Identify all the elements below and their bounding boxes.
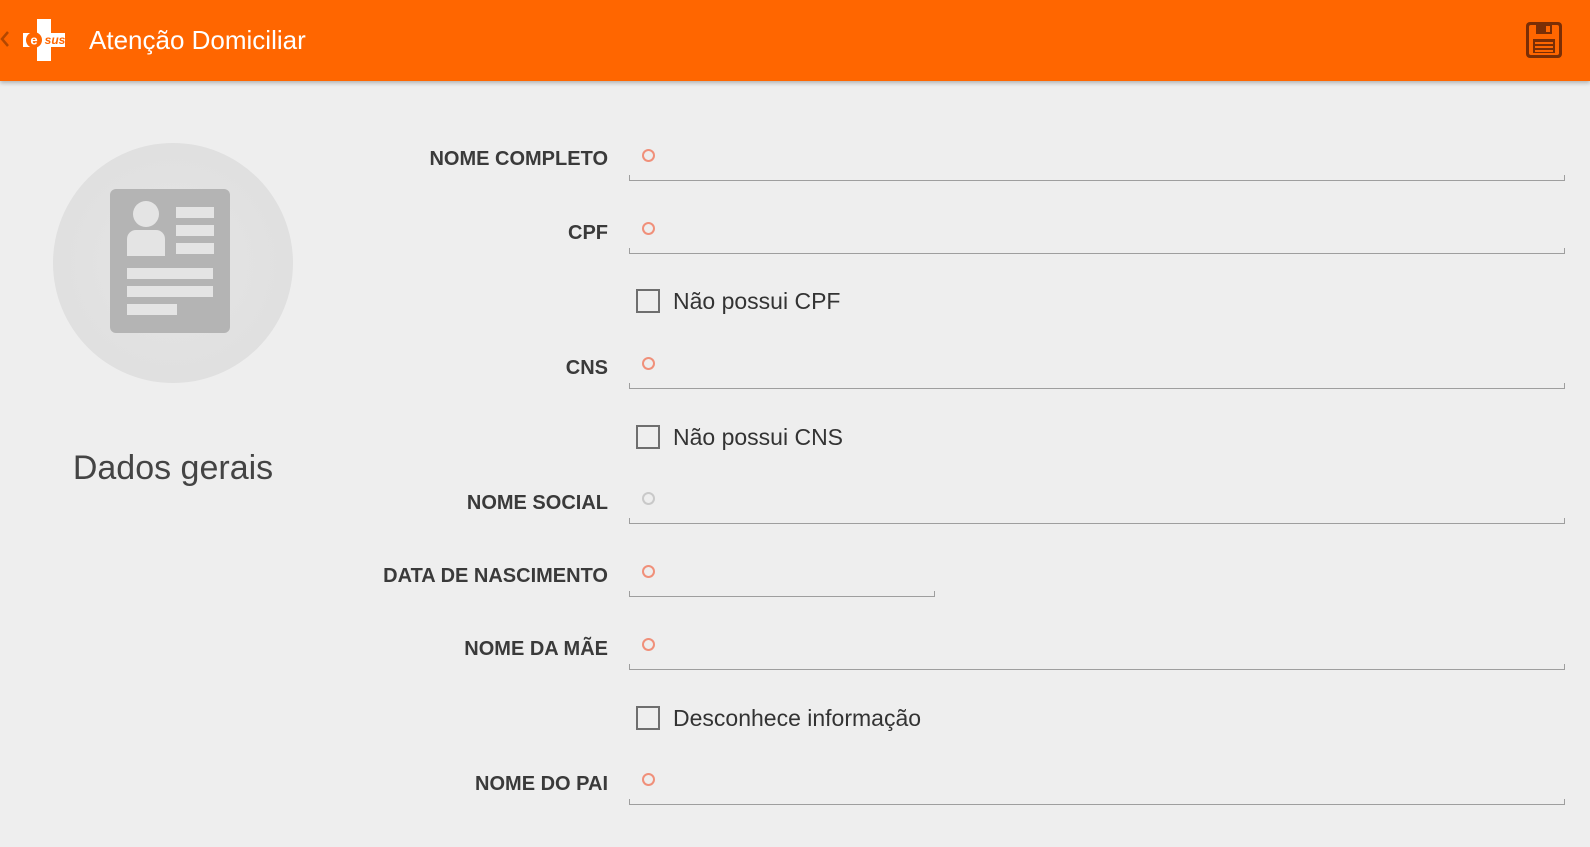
nao-possui-cpf-label: Não possui CPF [673, 287, 841, 314]
desconhece-informacao-label: Desconhece informação [673, 704, 922, 731]
cns-input[interactable] [629, 343, 1565, 389]
avatar[interactable] [53, 143, 293, 383]
nome-completo-label: NOME COMPLETO [429, 148, 608, 170]
nome-pai-label: NOME DO PAI [475, 773, 608, 795]
checkbox-icon[interactable] [636, 289, 660, 313]
nome-social-label: NOME SOCIAL [466, 492, 608, 514]
required-marker-icon [642, 149, 655, 162]
data-nascimento-input[interactable] [629, 551, 935, 597]
nao-possui-cns-checkbox[interactable]: Não possui CNS [636, 423, 843, 451]
cpf-label: CPF [568, 222, 608, 244]
optional-marker-icon [642, 492, 655, 505]
esus-logo: e sus [14, 10, 74, 70]
nome-mae-input[interactable] [629, 624, 1565, 670]
nao-possui-cns-label: Não possui CNS [673, 423, 844, 450]
svg-text:sus: sus [45, 33, 66, 47]
required-marker-icon [642, 222, 655, 235]
nome-pai-input[interactable] [629, 759, 1565, 805]
required-marker-icon [642, 357, 655, 370]
cpf-input[interactable] [629, 208, 1565, 254]
required-marker-icon [642, 638, 655, 651]
cns-label: CNS [565, 357, 608, 379]
chevron-left-icon[interactable] [0, 26, 12, 52]
svg-text:e: e [30, 33, 37, 48]
app-bar: e sus Atenção Domiciliar [0, 0, 1590, 81]
esus-logo-icon: e sus [23, 19, 66, 61]
nao-possui-cpf-checkbox[interactable]: Não possui CPF [636, 287, 840, 315]
checkbox-icon[interactable] [636, 425, 660, 449]
section-title: Dados gerais [72, 449, 274, 487]
required-marker-icon [642, 565, 655, 578]
nome-mae-label: NOME DA MÃE [464, 638, 608, 660]
nome-social-input[interactable] [629, 478, 1565, 524]
floppy-disk-icon[interactable] [1524, 20, 1564, 60]
required-marker-icon [642, 773, 655, 786]
nome-completo-input[interactable] [629, 135, 1565, 181]
checkbox-icon[interactable] [636, 706, 660, 730]
desconhece-informacao-checkbox[interactable]: Desconhece informação [636, 704, 921, 732]
id-card-icon [110, 189, 230, 333]
data-nascimento-label: DATA DE NASCIMENTO [383, 565, 608, 587]
app-title: Atenção Domiciliar [89, 25, 306, 55]
